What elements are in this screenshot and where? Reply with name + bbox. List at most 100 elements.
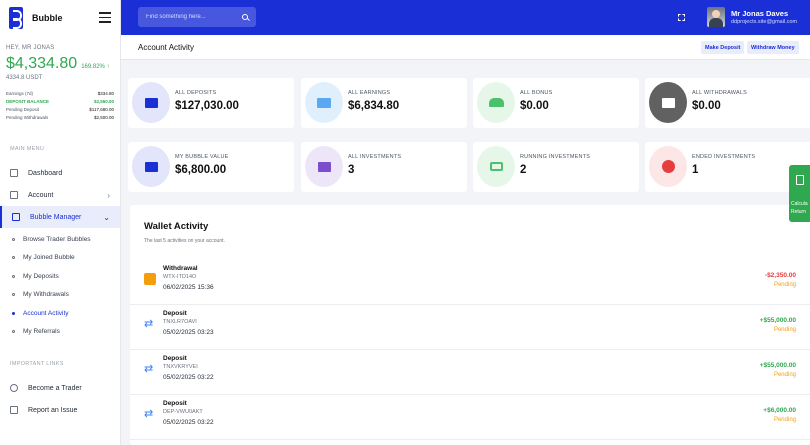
sidebar-subitem-account-activity[interactable]: Account Activity	[0, 304, 120, 323]
important-links-label: IMPORTANT LINKS	[10, 361, 64, 367]
withdraw-money-button[interactable]: Withdraw Money	[747, 41, 799, 54]
activity-status: Pending	[773, 417, 796, 423]
card-running-investments: RUNNING INVESTMENTS 2	[473, 142, 639, 192]
card-label: MY BUBBLE VALUE	[175, 154, 229, 160]
balance-usdt: 4334.8 USDT	[6, 75, 43, 81]
bullet-icon	[12, 237, 15, 241]
fullscreen-icon[interactable]	[678, 14, 685, 21]
wallet-activity-subtitle: The last 5 activities on your account.	[144, 238, 225, 244]
check-circle-icon	[649, 146, 687, 187]
card-all-deposits: ALL DEPOSITS $127,030.00	[128, 78, 294, 128]
card-value: $0.00	[520, 100, 549, 112]
activity-status: Pending	[773, 372, 796, 378]
wallet-activity-panel: Wallet Activity The last 5 activities on…	[130, 205, 810, 445]
activity-type: Deposit	[163, 310, 187, 317]
activity-date: 05/02/2025 03:23	[163, 329, 214, 336]
activity-amount: +$55,000.00	[759, 317, 796, 324]
card-label: ALL WITHDRAWALS	[692, 90, 747, 96]
activity-status: Pending	[773, 282, 796, 288]
stat-earnings: Earnings (7d) $334.80	[6, 91, 114, 96]
page-title: Account Activity	[138, 43, 195, 52]
activity-amount: -$2,350.00	[764, 272, 796, 279]
activity-date: 05/02/2025 03:22	[163, 419, 214, 426]
activity-id: TNXVKRYVEI	[163, 364, 198, 370]
briefcase-icon	[132, 82, 170, 123]
card-label: ALL BONUS	[520, 90, 553, 96]
activity-amount: +$55,000.00	[759, 362, 796, 369]
wallet-icon	[649, 82, 687, 123]
search-box[interactable]	[138, 7, 256, 27]
dashboard-icon	[10, 169, 18, 177]
card-all-withdrawals: ALL WITHDRAWALS $0.00	[645, 78, 810, 128]
card-label: ENDED INVESTMENTS	[692, 154, 756, 160]
bullet-icon	[12, 311, 15, 315]
card-value: $0.00	[692, 100, 721, 112]
search-input[interactable]	[146, 14, 231, 20]
bullet-icon	[12, 330, 15, 334]
activity-row[interactable]: ⇄ Deposit TNXLR7OAVI 05/02/2025 03:23 +$…	[130, 305, 810, 350]
users-icon	[477, 82, 515, 123]
topbar: Mr Jonas Daves ddprojects.site@gmail.com	[121, 0, 810, 35]
activity-type: Deposit	[163, 400, 187, 407]
hamburger-menu-icon[interactable]	[99, 12, 111, 23]
credit-card-icon	[305, 82, 343, 123]
sidebar: Bubble HEY, MR JONAS $4,334.80 169.82% ↑…	[0, 0, 121, 445]
account-balance: $4,334.80	[6, 55, 78, 72]
sidebar-item-become-trader[interactable]: Become a Trader	[0, 377, 120, 399]
transfer-icon: ⇄	[144, 318, 154, 330]
activity-row[interactable]: ⇄ Deposit TNXVKRYVEI 05/02/2025 03:22 +$…	[130, 350, 810, 395]
wallet-icon	[132, 146, 170, 187]
stat-deposit-balance: DEPOSIT BALANCE $2,550.00	[6, 99, 114, 104]
sidebar-item-account[interactable]: Account ›	[0, 184, 120, 206]
page-header: Account Activity Make Deposit Withdraw M…	[121, 35, 810, 60]
stat-pending-withdrawals: Pending Withdrawals $2,500.00	[6, 115, 114, 120]
calculate-returns-button[interactable]: Calcula Return	[789, 165, 810, 222]
main-menu-label: MAIN MENU	[10, 146, 45, 152]
activity-type: Deposit	[163, 355, 187, 362]
make-deposit-button[interactable]: Make Deposit	[701, 41, 745, 54]
wallet-icon	[144, 273, 156, 285]
sidebar-item-bubble-manager[interactable]: Bubble Manager ⌄	[0, 206, 120, 228]
card-my-bubble-value: MY BUBBLE VALUE $6,800.00	[128, 142, 294, 192]
card-label: ALL INVESTMENTS	[348, 154, 402, 160]
sidebar-subitem-my-withdrawals[interactable]: My Withdrawals	[0, 286, 120, 305]
card-label: RUNNING INVESTMENTS	[520, 154, 591, 160]
sidebar-subitem-browse-trader-bubbles[interactable]: Browse Trader Bubbles	[0, 230, 120, 249]
activity-id: DEP-VWU0AKT	[163, 409, 203, 415]
card-value: $6,834.80	[348, 100, 400, 112]
activity-status: Pending	[773, 327, 796, 333]
card-value: 1	[692, 164, 699, 176]
activity-id: WTX-ITD14O	[163, 274, 197, 280]
grid-icon	[10, 191, 18, 199]
sidebar-subitem-my-joined-bubble[interactable]: My Joined Bubble	[0, 249, 120, 268]
card-value: $6,800.00	[175, 164, 227, 176]
activity-row[interactable]: Withdrawal WTX-ITD14O 06/02/2025 15:36 -…	[130, 260, 810, 305]
card-all-earnings: ALL EARNINGS $6,834.80	[301, 78, 467, 128]
activity-date: 06/02/2025 15:36	[163, 284, 214, 291]
sidebar-item-report-issue[interactable]: Report an Issue	[0, 399, 120, 421]
chevron-down-icon: ⌄	[103, 212, 110, 222]
card-all-bonus: ALL BONUS $0.00	[473, 78, 639, 128]
sidebar-item-dashboard[interactable]: Dashboard	[0, 162, 120, 184]
brand[interactable]: Bubble	[0, 0, 120, 35]
avatar[interactable]	[707, 7, 725, 27]
search-icon[interactable]	[242, 14, 248, 20]
activity-row[interactable]: ⇄ Deposit DEP-VWU0AKT 05/02/2025 03:22 +…	[130, 395, 810, 440]
activity-type: Withdrawal	[163, 265, 198, 272]
card-label: ALL DEPOSITS	[175, 90, 217, 96]
calculator-icon	[796, 175, 804, 185]
bullet-icon	[12, 274, 15, 278]
user-name[interactable]: Mr Jonas Daves	[731, 9, 788, 18]
activity-date: 05/02/2025 03:22	[163, 374, 214, 381]
brand-logo-icon	[9, 6, 23, 29]
sidebar-subitem-my-deposits[interactable]: My Deposits	[0, 267, 120, 286]
activity-id: TNXLR7OAVI	[163, 319, 197, 325]
sidebar-subitem-my-referrals[interactable]: My Referrals	[0, 323, 120, 342]
user-email: ddprojects.site@gmail.com	[731, 19, 798, 25]
transfer-icon: ⇄	[144, 363, 154, 375]
calculate-returns-label: Calcula Return	[791, 201, 808, 215]
stat-pending-deposit: Pending Deposit $117,680.00	[6, 107, 114, 112]
card-value: 2	[520, 164, 527, 176]
card-label: ALL EARNINGS	[348, 90, 391, 96]
balance-stats: Earnings (7d) $334.80 DEPOSIT BALANCE $2,5…	[6, 90, 114, 122]
